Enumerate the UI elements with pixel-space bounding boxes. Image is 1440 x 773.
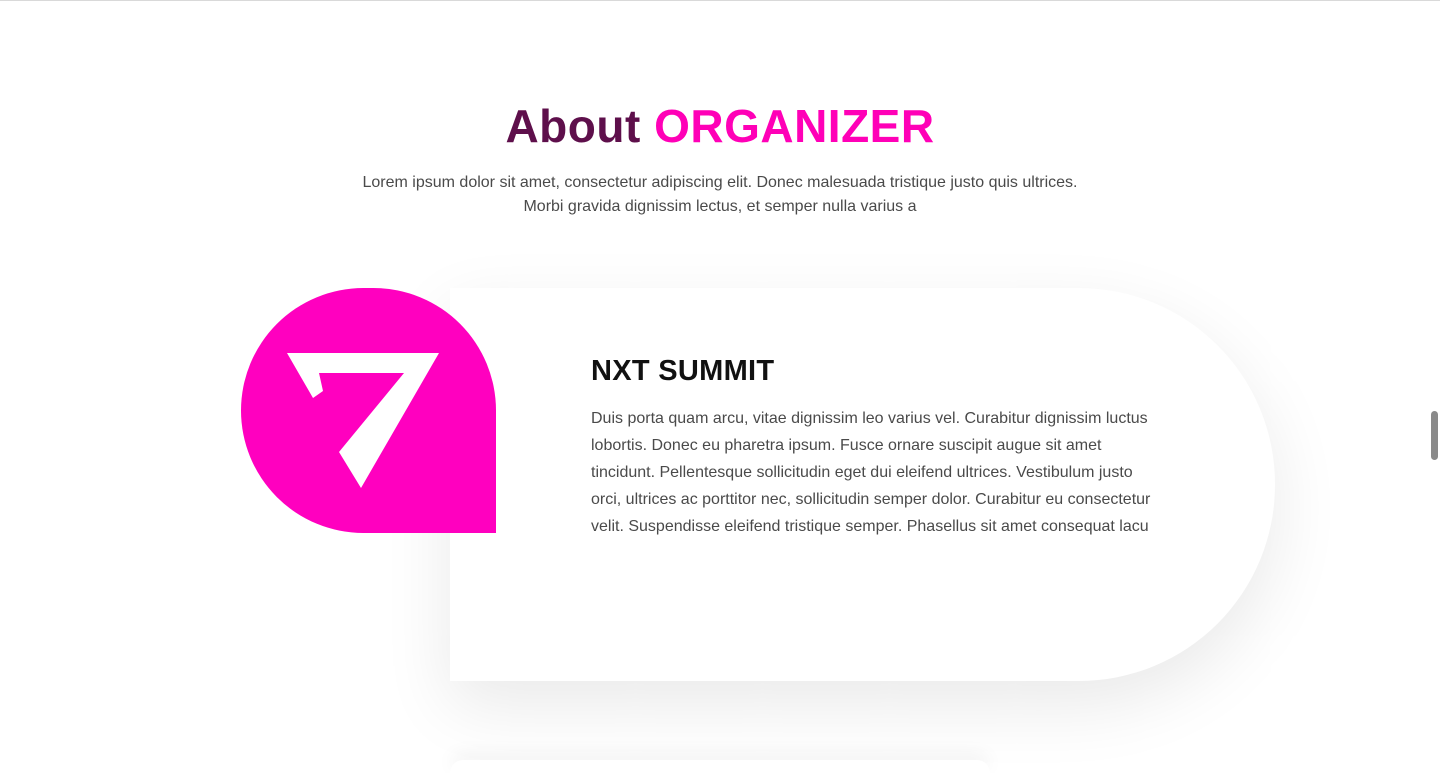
section-title-highlight: ORGANIZER [654, 100, 935, 152]
next-card-edge [450, 760, 990, 773]
section-subtitle: Lorem ipsum dolor sit amet, consectetur … [362, 174, 1078, 215]
organizer-logo-badge [241, 288, 496, 533]
section-title-main: About [505, 100, 641, 152]
section-title: About ORGANIZER [0, 98, 1440, 154]
nxt-summit-logo-icon [287, 353, 439, 488]
top-divider [0, 0, 1440, 1]
organizer-name: NXT SUMMIT [591, 355, 775, 387]
scrollbar-thumb[interactable] [1431, 411, 1438, 460]
organizer-description: Duis porta quam arcu, vitae dignissim le… [591, 410, 1151, 535]
